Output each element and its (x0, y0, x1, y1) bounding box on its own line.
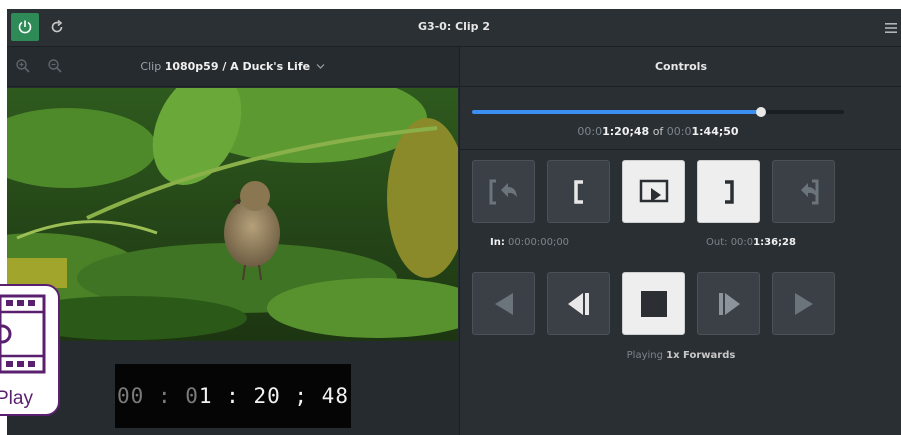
play-label: Play (0, 388, 33, 409)
progress-fill (472, 110, 762, 114)
divider (460, 149, 901, 150)
out-point: Out: 00:01:36;28 (706, 237, 796, 248)
fast-forward-button[interactable] (772, 272, 835, 335)
of-label: of (652, 125, 664, 138)
clip-prefix: Clip (140, 60, 162, 73)
loop-play-icon (639, 179, 668, 202)
out-label: Out: (706, 237, 728, 248)
total-time-bright: 1:44;50 (691, 125, 739, 138)
controls-header: Controls (460, 47, 901, 87)
title-bar: G3-0: Clip 2 (7, 9, 901, 47)
go-to-in-icon (489, 179, 517, 204)
current-time-bright: 1:20;48 (602, 125, 650, 138)
clip-name: 1080p59 / A Duck's Life (164, 60, 311, 73)
stop-button[interactable] (622, 272, 685, 335)
status-prefix: Playing (626, 350, 663, 361)
mark-in-button[interactable] (547, 160, 610, 223)
chevron-down-icon (316, 64, 325, 69)
fast-forward-icon (794, 292, 813, 315)
out-value-bright: 1:36;28 (753, 237, 796, 248)
step-back-button[interactable] (547, 272, 610, 335)
loop-button[interactable] (622, 160, 685, 223)
rewind-icon (494, 292, 513, 315)
in-value: 00:00:00;00 (508, 237, 570, 248)
go-to-in-button[interactable] (472, 160, 535, 223)
timecode-bright: 1 : 20 ; 48 (198, 384, 349, 408)
hamburger-icon (885, 23, 897, 33)
go-to-out-button[interactable] (772, 160, 835, 223)
mark-out-button[interactable] (697, 160, 760, 223)
mark-out-icon (724, 179, 734, 204)
preview-panel: Clip 1080p59 / A Duck's Life 00: 0 1: … (7, 47, 458, 435)
go-to-out-icon (800, 179, 818, 204)
out-value-dim: 00:0 (730, 237, 754, 248)
duckling-video-frame (7, 88, 458, 341)
status-value: 1x Forwards (666, 350, 736, 361)
app-window: G3-0: Clip 2 Clip 1080p59 / A Duck's Lif… (7, 9, 901, 435)
video-preview (7, 88, 458, 341)
menu-button[interactable] (881, 16, 901, 40)
controls-panel: Controls 00:01:20;48 of 00:01:44;50 In: … (459, 47, 901, 435)
timecode-display: 00 : 01 : 20 ; 48 (115, 364, 351, 428)
preview-toolbar: Clip 1080p59 / A Duck's Life (7, 47, 458, 87)
timecode-dim: 00 : 0 (117, 384, 199, 408)
in-point: In: 00:00:00;00 (490, 237, 569, 248)
total-time-dim: 00:0 (666, 125, 692, 138)
step-forward-icon (718, 292, 740, 315)
rewind-button[interactable] (472, 272, 535, 335)
position-readout: 00:01:20;48 of 00:01:44;50 (460, 125, 856, 138)
in-label: In: (490, 237, 505, 248)
film-strip-icon (0, 294, 46, 374)
step-back-icon (567, 292, 589, 315)
window-title: G3-0: Clip 2 (417, 20, 491, 33)
playback-progress-bar[interactable] (472, 107, 844, 117)
progress-handle[interactable] (756, 107, 767, 117)
play-badge: Play (0, 284, 60, 416)
mark-in-icon (573, 179, 583, 204)
stop-icon (640, 290, 667, 317)
clip-selector[interactable]: Clip 1080p59 / A Duck's Life (7, 60, 458, 73)
playback-status: Playing 1x Forwards (460, 350, 901, 361)
controls-title: Controls (654, 60, 708, 73)
step-forward-button[interactable] (697, 272, 760, 335)
current-time-dim: 00:0 (577, 125, 603, 138)
